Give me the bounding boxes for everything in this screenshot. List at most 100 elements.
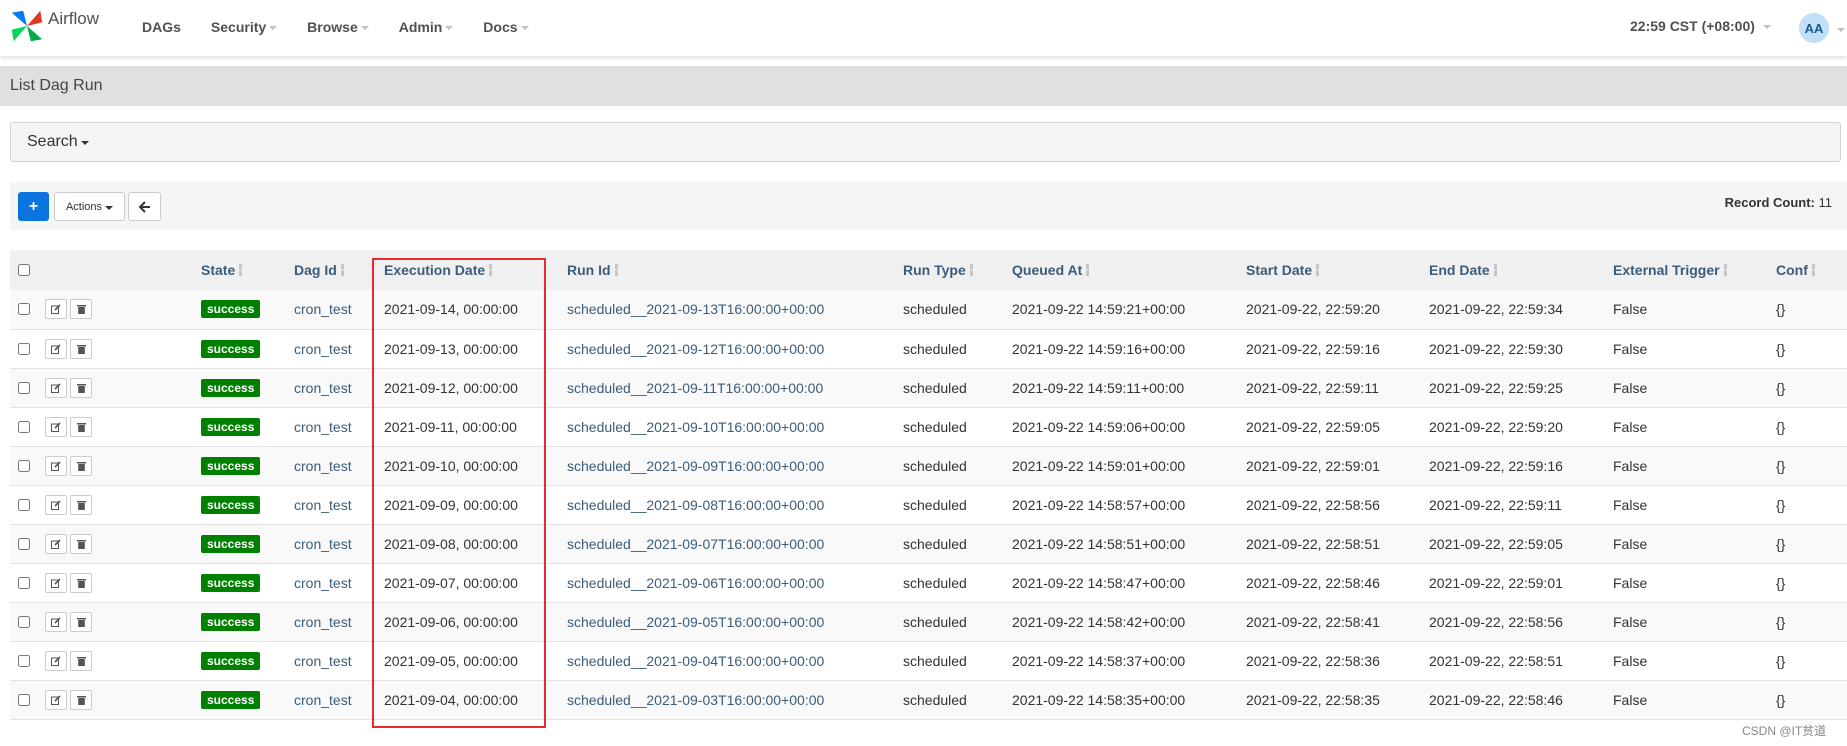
cell-dag-id[interactable]: cron_test — [294, 407, 384, 446]
row-checkbox[interactable] — [18, 498, 30, 511]
start-date-value: 2021-09-22, 22:58:36 — [1246, 652, 1380, 669]
delete-record-button[interactable] — [70, 572, 92, 593]
select-all-checkbox[interactable] — [18, 264, 30, 276]
nav-docs[interactable]: Docs — [483, 19, 529, 35]
header-conf[interactable]: Conf — [1776, 250, 1847, 290]
delete-record-button[interactable] — [70, 650, 92, 671]
row-checkbox[interactable] — [18, 537, 30, 550]
cell-conf: {} — [1776, 524, 1847, 563]
edit-record-button[interactable] — [45, 377, 67, 398]
delete-record-button[interactable] — [70, 689, 92, 710]
search-toggle[interactable]: Search — [27, 133, 89, 151]
cell-run-id[interactable]: scheduled__2021-09-06T16:00:00+00:00 — [567, 563, 903, 602]
cell-dag-id[interactable]: cron_test — [294, 563, 384, 602]
cell-dag-id[interactable]: cron_test — [294, 680, 384, 719]
cell-dag-id[interactable]: cron_test — [294, 290, 384, 329]
delete-record-button[interactable] — [70, 455, 92, 476]
row-checkbox[interactable] — [18, 420, 30, 433]
external-trigger-value: False — [1613, 496, 1648, 513]
cell-run-id[interactable]: scheduled__2021-09-07T16:00:00+00:00 — [567, 524, 903, 563]
header-dag-id[interactable]: Dag Id — [294, 250, 384, 290]
delete-record-button[interactable] — [70, 611, 92, 632]
nav-security[interactable]: Security — [211, 19, 278, 35]
delete-record-button[interactable] — [70, 377, 92, 398]
row-checkbox[interactable] — [18, 459, 30, 472]
cell-external-trigger: False — [1613, 602, 1776, 641]
add-record-button[interactable]: + — [18, 192, 49, 221]
header-start-date[interactable]: Start Date — [1246, 250, 1429, 290]
row-checkbox[interactable] — [18, 576, 30, 589]
cell-dag-id[interactable]: cron_test — [294, 524, 384, 563]
delete-record-button[interactable] — [70, 416, 92, 437]
status-badge: success — [201, 378, 261, 397]
header-run-type[interactable]: Run Type — [903, 250, 1012, 290]
edit-record-button[interactable] — [45, 533, 67, 554]
brand[interactable]: Airflow — [8, 6, 99, 46]
cell-run-id[interactable]: scheduled__2021-09-13T16:00:00+00:00 — [567, 290, 903, 329]
row-checkbox[interactable] — [18, 303, 30, 316]
queued-at-value: 2021-09-22 14:58:47+00:00 — [1012, 574, 1186, 591]
cell-run-id[interactable]: scheduled__2021-09-05T16:00:00+00:00 — [567, 602, 903, 641]
cell-dag-id[interactable]: cron_test — [294, 602, 384, 641]
cell-run-id[interactable]: scheduled__2021-09-09T16:00:00+00:00 — [567, 446, 903, 485]
header-run-id[interactable]: Run Id — [567, 250, 903, 290]
cell-dag-id[interactable]: cron_test — [294, 329, 384, 368]
row-checkbox[interactable] — [18, 693, 30, 706]
edit-record-button[interactable] — [45, 611, 67, 632]
edit-record-button[interactable] — [45, 572, 67, 593]
edit-record-button[interactable] — [45, 494, 67, 515]
status-badge: success — [201, 417, 261, 436]
edit-record-button[interactable] — [45, 299, 67, 320]
cell-execution-date: 2021-09-09, 00:00:00 — [384, 485, 567, 524]
record-count-label: Record Count: — [1724, 195, 1815, 210]
edit-record-button[interactable] — [45, 689, 67, 710]
cell-dag-id[interactable]: cron_test — [294, 368, 384, 407]
actions-dropdown[interactable]: Actions — [54, 192, 125, 221]
delete-record-button[interactable] — [70, 299, 92, 320]
start-date-value: 2021-09-22, 22:58:41 — [1246, 613, 1380, 630]
delete-record-button[interactable] — [70, 494, 92, 515]
timezone-clock[interactable]: 22:59 CST (+08:00) — [1630, 18, 1771, 34]
row-actions-cell — [45, 290, 201, 329]
edit-record-button[interactable] — [45, 416, 67, 437]
header-state[interactable]: State — [201, 250, 294, 290]
edit-record-button[interactable] — [45, 455, 67, 476]
cell-end-date: 2021-09-22, 22:59:01 — [1429, 563, 1613, 602]
header-external-trigger[interactable]: External Trigger — [1613, 250, 1776, 290]
nav-admin[interactable]: Admin — [399, 19, 454, 35]
cell-dag-id[interactable]: cron_test — [294, 485, 384, 524]
cell-external-trigger: False — [1613, 329, 1776, 368]
header-queued-at[interactable]: Queued At — [1012, 250, 1246, 290]
header-end-date[interactable]: End Date — [1429, 250, 1613, 290]
delete-record-button[interactable] — [70, 533, 92, 554]
row-checkbox[interactable] — [18, 615, 30, 628]
cell-run-id[interactable]: scheduled__2021-09-04T16:00:00+00:00 — [567, 641, 903, 680]
row-checkbox[interactable] — [18, 342, 30, 355]
cell-external-trigger: False — [1613, 563, 1776, 602]
cell-run-id[interactable]: scheduled__2021-09-10T16:00:00+00:00 — [567, 407, 903, 446]
header-execution-date[interactable]: Execution Date — [384, 250, 567, 290]
row-actions — [45, 533, 201, 554]
cell-queued-at: 2021-09-22 14:59:16+00:00 — [1012, 329, 1246, 368]
row-checkbox[interactable] — [18, 654, 30, 667]
row-checkbox[interactable] — [18, 381, 30, 394]
cell-run-id[interactable]: scheduled__2021-09-03T16:00:00+00:00 — [567, 680, 903, 719]
edit-record-button[interactable] — [45, 650, 67, 671]
page-header: List Dag Run — [0, 66, 1847, 106]
delete-record-button[interactable] — [70, 338, 92, 359]
edit-record-button[interactable] — [45, 338, 67, 359]
run-id-value: scheduled__2021-09-09T16:00:00+00:00 — [567, 457, 825, 474]
user-avatar[interactable]: AA — [1799, 13, 1829, 43]
chevron-down-icon[interactable] — [1837, 28, 1845, 32]
cell-run-id[interactable]: scheduled__2021-09-12T16:00:00+00:00 — [567, 329, 903, 368]
cell-dag-id[interactable]: cron_test — [294, 641, 384, 680]
nav-browse[interactable]: Browse — [307, 19, 369, 35]
nav-dags[interactable]: DAGs — [142, 19, 181, 35]
cell-run-id[interactable]: scheduled__2021-09-11T16:00:00+00:00 — [567, 368, 903, 407]
run-id-value: scheduled__2021-09-04T16:00:00+00:00 — [567, 652, 825, 669]
cell-dag-id[interactable]: cron_test — [294, 446, 384, 485]
cell-state: success — [201, 446, 294, 485]
header-start-date-label: Start Date — [1246, 262, 1313, 278]
back-button[interactable] — [128, 192, 161, 221]
cell-run-id[interactable]: scheduled__2021-09-08T16:00:00+00:00 — [567, 485, 903, 524]
